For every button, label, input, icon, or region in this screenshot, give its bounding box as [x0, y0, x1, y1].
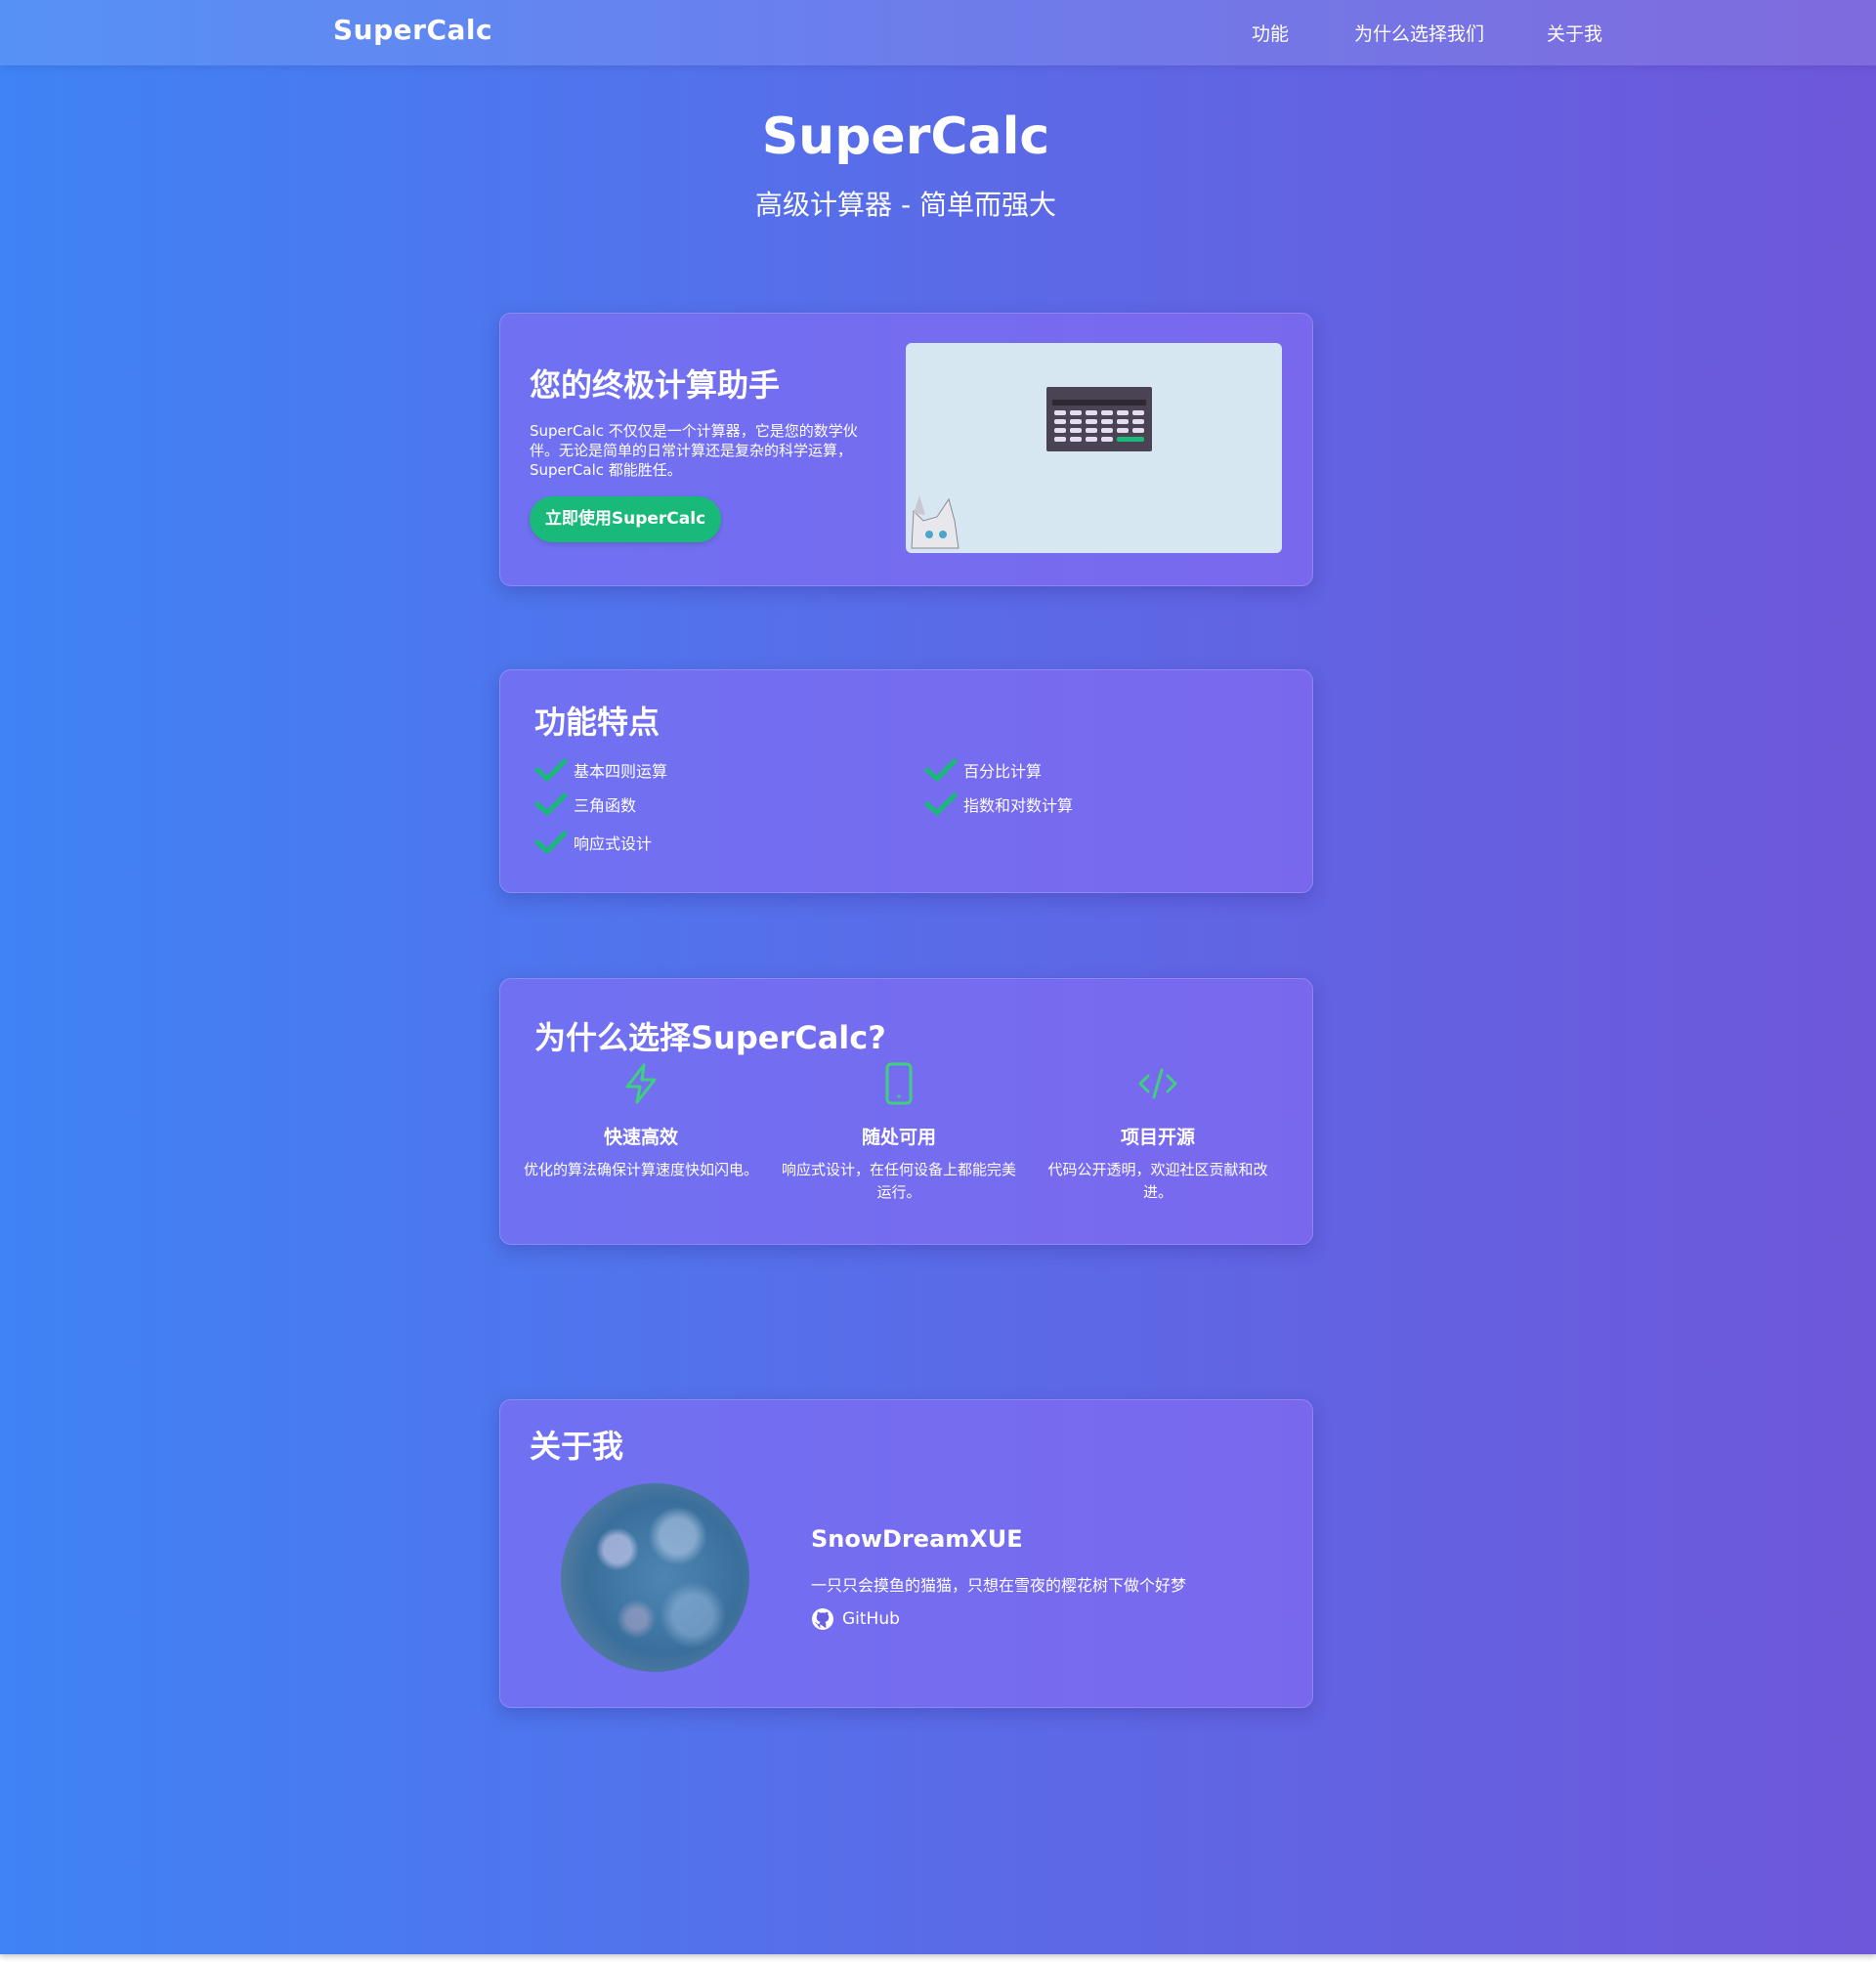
feature-label: 三角函数 [574, 796, 637, 815]
why-column-anywhere: 随处可用 响应式设计，在任何设备上都能完美运行。 [782, 1062, 1016, 1204]
page-background: SuperCalc 功能 为什么选择我们 关于我 SuperCalc 高级计算器… [0, 0, 1876, 1954]
check-icon [534, 831, 568, 854]
why-desc-anywhere: 响应式设计，在任何设备上都能完美运行。 [782, 1161, 1017, 1201]
intro-description: SuperCalc 不仅仅是一个计算器，它是您的数学伙伴。无论是简单的日常计算还… [530, 422, 858, 479]
why-title-opensource: 项目开源 [1120, 1127, 1195, 1148]
nav-link-features[interactable]: 功能 [1252, 20, 1289, 46]
features-card: 功能特点 基本四则运算 百分比计算 三角函数 指数和对数计算 响应式设计 [499, 669, 1313, 893]
why-desc-fast: 优化的算法确保计算速度快如闪电。 [524, 1161, 759, 1178]
author-name: SnowDreamXUE [811, 1525, 1023, 1553]
github-link[interactable]: GitHub [811, 1607, 900, 1631]
about-title: 关于我 [530, 1428, 624, 1465]
why-column-opensource: 项目开源 代码公开透明，欢迎社区贡献和改进。 [1041, 1062, 1275, 1204]
check-icon [534, 792, 568, 816]
check-icon [924, 758, 958, 782]
feature-label: 百分比计算 [963, 762, 1043, 781]
about-card: 关于我 SnowDreamXUE 一只只会摸鱼的猫猫，只想在雪夜的樱花树下做个好… [499, 1399, 1313, 1708]
check-icon [534, 758, 568, 782]
feature-item: 响应式设计 [534, 831, 652, 854]
feature-item: 百分比计算 [924, 758, 1042, 782]
feature-label: 基本四则运算 [574, 762, 668, 781]
feature-item: 基本四则运算 [534, 758, 667, 782]
feature-item: 指数和对数计算 [924, 792, 1073, 816]
mobile-icon [885, 1062, 913, 1105]
calculator-preview-image [906, 343, 1282, 553]
github-label: GitHub [842, 1609, 900, 1629]
why-desc-opensource: 代码公开透明，欢迎社区贡献和改进。 [1047, 1161, 1268, 1201]
intro-card: 您的终极计算助手 SuperCalc 不仅仅是一个计算器，它是您的数学伙伴。无论… [499, 313, 1313, 586]
hero-subtitle: 高级计算器 - 简单而强大 [755, 189, 1056, 221]
why-title: 为什么选择SuperCalc? [534, 1019, 886, 1056]
avatar [561, 1483, 749, 1672]
github-icon [812, 1608, 833, 1630]
navbar: SuperCalc 功能 为什么选择我们 关于我 [0, 0, 1876, 65]
nav-link-why[interactable]: 为什么选择我们 [1354, 20, 1484, 46]
author-bio: 一只只会摸鱼的猫猫，只想在雪夜的樱花树下做个好梦 [811, 1576, 1187, 1595]
why-card: 为什么选择SuperCalc? 快速高效 优化的算法确保计算速度快如闪电。 随处… [499, 978, 1313, 1245]
code-icon [1138, 1068, 1177, 1099]
why-title-fast: 快速高效 [603, 1127, 678, 1148]
hero-title: SuperCalc [761, 107, 1050, 166]
features-title: 功能特点 [534, 704, 661, 741]
check-icon [924, 792, 958, 816]
brand-logo[interactable]: SuperCalc [333, 14, 492, 46]
nav-link-about[interactable]: 关于我 [1547, 20, 1602, 46]
feature-item: 三角函数 [534, 792, 636, 816]
use-supercalc-button[interactable]: 立即使用SuperCalc [530, 496, 721, 542]
feature-label: 响应式设计 [574, 834, 653, 853]
intro-title: 您的终极计算助手 [530, 366, 781, 404]
lightning-icon [625, 1063, 657, 1104]
feature-label: 指数和对数计算 [963, 796, 1074, 815]
why-column-fast: 快速高效 优化的算法确保计算速度快如闪电。 [524, 1062, 758, 1181]
why-title-anywhere: 随处可用 [861, 1127, 936, 1148]
